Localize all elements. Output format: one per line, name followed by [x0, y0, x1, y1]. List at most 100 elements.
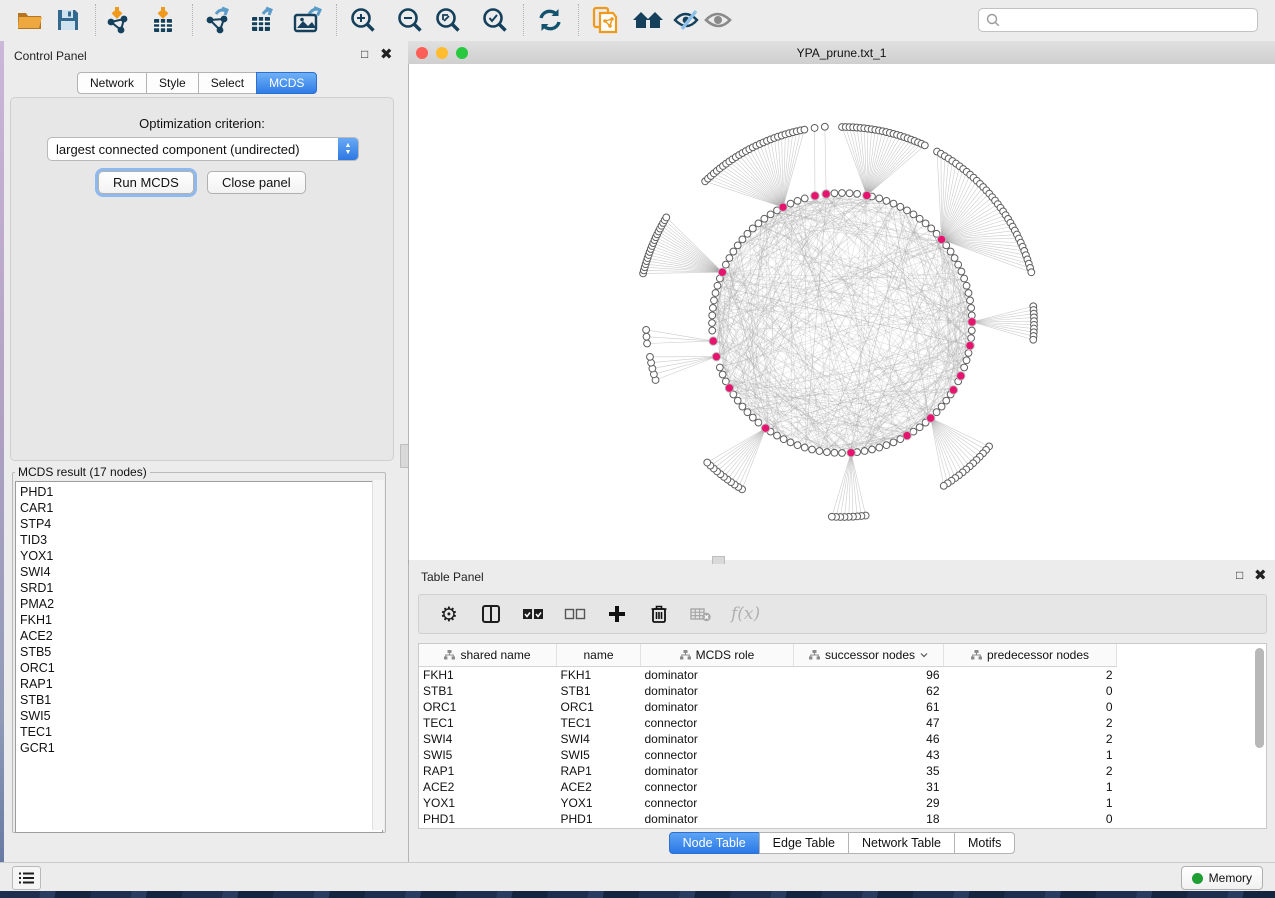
- delete-rows-icon[interactable]: [689, 602, 713, 626]
- graph-node[interactable]: [928, 225, 935, 232]
- graph-node[interactable]: [787, 200, 794, 207]
- graph-node[interactable]: [869, 446, 876, 453]
- graph-node[interactable]: [744, 230, 751, 237]
- mcds-result-item[interactable]: PHD1: [20, 484, 382, 500]
- network-graph[interactable]: [409, 64, 1275, 560]
- graph-node[interactable]: [663, 214, 670, 221]
- mcds-result-item[interactable]: CAR1: [20, 500, 382, 516]
- table-row[interactable]: RAP1RAP1dominator352: [419, 763, 1117, 779]
- graph-node[interactable]: [647, 353, 654, 360]
- graph-node[interactable]: [890, 439, 897, 446]
- graph-hub-node[interactable]: [966, 341, 974, 349]
- graph-node[interactable]: [809, 446, 816, 453]
- graph-node[interactable]: [846, 190, 853, 197]
- graph-node[interactable]: [958, 268, 965, 275]
- table-scrollbar-thumb[interactable]: [1255, 648, 1264, 748]
- show-all-columns-icon[interactable]: [521, 602, 545, 626]
- graph-node[interactable]: [734, 242, 741, 249]
- table-row[interactable]: FKH1FKH1dominator962: [419, 667, 1117, 684]
- export-network-icon[interactable]: [201, 4, 235, 36]
- graph-node[interactable]: [876, 444, 883, 451]
- graph-hub-node[interactable]: [926, 414, 934, 422]
- graph-node[interactable]: [774, 432, 781, 439]
- graph-hub-node[interactable]: [937, 235, 945, 243]
- graph-node[interactable]: [716, 364, 723, 371]
- mcds-result-item[interactable]: FKH1: [20, 612, 382, 628]
- add-column-icon[interactable]: [605, 602, 629, 626]
- table-row[interactable]: YOX1YOX1connector291: [419, 795, 1117, 811]
- zoom-out-icon[interactable]: [393, 4, 427, 36]
- graph-node[interactable]: [940, 482, 947, 489]
- graph-hub-node[interactable]: [903, 431, 911, 439]
- mcds-result-item[interactable]: STP4: [20, 516, 382, 532]
- graph-node[interactable]: [839, 190, 846, 197]
- close-panel-button[interactable]: Close panel: [207, 171, 306, 194]
- refresh-icon[interactable]: [533, 4, 567, 36]
- graph-node[interactable]: [726, 255, 733, 262]
- graph-node[interactable]: [730, 248, 737, 255]
- network-view-canvas[interactable]: [408, 64, 1275, 560]
- graph-hub-node[interactable]: [863, 191, 871, 199]
- mcds-result-list[interactable]: PHD1CAR1STP4TID3YOX1SWI4SRD1PMA2FKH1ACE2…: [15, 481, 383, 833]
- mcds-result-item[interactable]: SWI4: [20, 564, 382, 580]
- tab-motifs[interactable]: Motifs: [954, 832, 1015, 854]
- function-builder-icon[interactable]: f(x): [731, 602, 760, 626]
- mcds-result-item[interactable]: TID3: [20, 532, 382, 548]
- graph-node[interactable]: [890, 200, 897, 207]
- graph-node[interactable]: [955, 261, 962, 268]
- graph-hub-node[interactable]: [822, 190, 830, 198]
- graph-node[interactable]: [963, 357, 970, 364]
- export-image-icon[interactable]: [291, 4, 325, 36]
- graph-node[interactable]: [801, 195, 808, 202]
- zoom-fit-icon[interactable]: [431, 4, 465, 36]
- graph-node[interactable]: [821, 123, 828, 130]
- show-details-icon[interactable]: [701, 4, 735, 36]
- column-header[interactable]: MCDS role: [641, 644, 794, 667]
- graph-node[interactable]: [916, 215, 923, 222]
- graph-node[interactable]: [828, 513, 835, 520]
- tab-select[interactable]: Select: [198, 72, 257, 94]
- graph-node[interactable]: [734, 397, 741, 404]
- task-history-button[interactable]: [12, 866, 41, 890]
- toggle-column-panel-icon[interactable]: [479, 602, 503, 626]
- zoom-in-icon[interactable]: [346, 4, 380, 36]
- mcds-result-item[interactable]: SWI5: [20, 708, 382, 724]
- float-table-panel-icon[interactable]: □: [1236, 568, 1243, 582]
- graph-node[interactable]: [709, 312, 716, 319]
- graph-node[interactable]: [1028, 269, 1035, 276]
- graph-node[interactable]: [965, 290, 972, 297]
- column-header[interactable]: predecessor nodes: [944, 644, 1117, 667]
- save-icon[interactable]: [51, 4, 85, 36]
- graph-node[interactable]: [749, 225, 756, 232]
- graph-node[interactable]: [947, 248, 954, 255]
- graph-node[interactable]: [854, 190, 861, 197]
- graph-node[interactable]: [963, 282, 970, 289]
- graph-node[interactable]: [861, 448, 868, 455]
- home-network-icon[interactable]: [631, 4, 665, 36]
- table-options-gear-icon[interactable]: ⚙: [437, 602, 461, 626]
- mcds-result-item[interactable]: PMA2: [20, 596, 382, 612]
- graph-node[interactable]: [801, 126, 808, 133]
- table-row[interactable]: TEC1TEC1connector472: [419, 715, 1117, 731]
- graph-node[interactable]: [897, 203, 904, 210]
- graph-node[interactable]: [712, 290, 719, 297]
- graph-hub-node[interactable]: [811, 192, 819, 200]
- graph-node[interactable]: [787, 439, 794, 446]
- zoom-selected-icon[interactable]: [478, 4, 512, 36]
- column-header[interactable]: name: [557, 644, 641, 667]
- import-table-icon[interactable]: [146, 4, 180, 36]
- hide-all-columns-icon[interactable]: [563, 602, 587, 626]
- graph-node[interactable]: [922, 220, 929, 227]
- search-field[interactable]: [1001, 12, 1257, 28]
- graph-node[interactable]: [831, 190, 838, 197]
- graph-node[interactable]: [811, 125, 818, 132]
- graph-node[interactable]: [916, 424, 923, 431]
- mcds-result-item[interactable]: STB5: [20, 644, 382, 660]
- tab-node-table[interactable]: Node Table: [669, 832, 760, 854]
- graph-node[interactable]: [749, 414, 756, 421]
- tab-style[interactable]: Style: [146, 72, 199, 94]
- graph-node[interactable]: [839, 450, 846, 457]
- graph-node[interactable]: [965, 350, 972, 357]
- graph-hub-node[interactable]: [968, 318, 976, 326]
- close-table-panel-icon[interactable]: ✖: [1254, 566, 1267, 584]
